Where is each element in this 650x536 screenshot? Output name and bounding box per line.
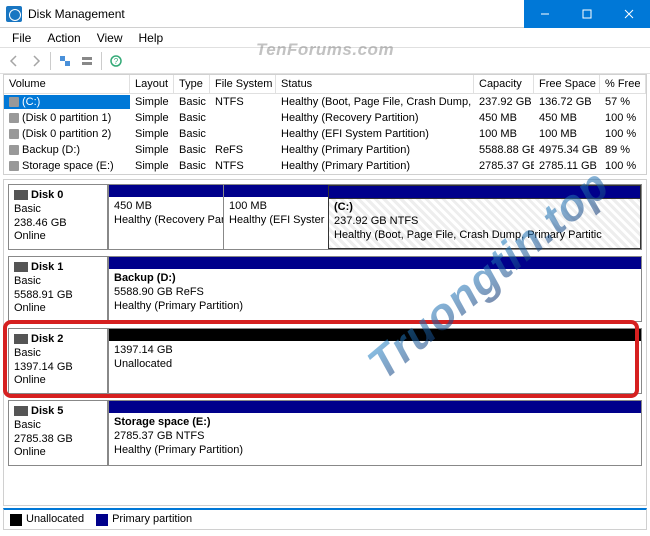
window-title: Disk Management bbox=[28, 7, 524, 21]
maximize-button[interactable] bbox=[566, 0, 608, 28]
volume-row[interactable]: (C:)SimpleBasicNTFSHealthy (Boot, Page F… bbox=[4, 94, 646, 110]
col-type[interactable]: Type bbox=[174, 75, 210, 93]
forward-button bbox=[26, 51, 46, 71]
toolbar: ? bbox=[0, 48, 650, 74]
volume-list-header: Volume Layout Type File System Status Ca… bbox=[4, 75, 646, 94]
col-pct[interactable]: % Free bbox=[600, 75, 646, 93]
menu-view[interactable]: View bbox=[89, 29, 131, 47]
separator bbox=[50, 52, 51, 70]
disk-row: Disk 1Basic5588.91 GBOnlineBackup (D:)55… bbox=[8, 256, 642, 322]
disk-row: Disk 5Basic2785.38 GBOnlineStorage space… bbox=[8, 400, 642, 466]
legend-primary: Primary partition bbox=[96, 513, 192, 525]
close-button[interactable] bbox=[608, 0, 650, 28]
col-fs[interactable]: File System bbox=[210, 75, 276, 93]
legend-unallocated: Unallocated bbox=[10, 513, 84, 525]
disk-info[interactable]: Disk 5Basic2785.38 GBOnline bbox=[8, 400, 108, 466]
disk-row: Disk 0Basic238.46 GBOnline450 MBHealthy … bbox=[8, 184, 642, 250]
menu-help[interactable]: Help bbox=[131, 29, 172, 47]
menubar: File Action View Help bbox=[0, 28, 650, 48]
disk-info[interactable]: Disk 0Basic238.46 GBOnline bbox=[8, 184, 108, 250]
volume-row[interactable]: Storage space (E:)SimpleBasicNTFSHealthy… bbox=[4, 158, 646, 174]
col-free[interactable]: Free Space bbox=[534, 75, 600, 93]
partition[interactable]: 1397.14 GBUnallocated bbox=[108, 329, 641, 393]
disk-info[interactable]: Disk 2Basic1397.14 GBOnline bbox=[8, 328, 108, 394]
disk-graphical-view: Disk 0Basic238.46 GBOnline450 MBHealthy … bbox=[3, 179, 647, 506]
disk-info[interactable]: Disk 1Basic5588.91 GBOnline bbox=[8, 256, 108, 322]
svg-text:?: ? bbox=[114, 57, 119, 66]
volume-row[interactable]: Backup (D:)SimpleBasicReFSHealthy (Prima… bbox=[4, 142, 646, 158]
help-button[interactable]: ? bbox=[106, 51, 126, 71]
partition[interactable]: (C:)237.92 GB NTFSHealthy (Boot, Page Fi… bbox=[328, 185, 641, 249]
col-status[interactable]: Status bbox=[276, 75, 474, 93]
titlebar: Disk Management bbox=[0, 0, 650, 28]
app-icon bbox=[6, 6, 22, 22]
refresh-button[interactable] bbox=[55, 51, 75, 71]
legend: Unallocated Primary partition bbox=[3, 508, 647, 530]
partition[interactable]: Storage space (E:)2785.37 GB NTFSHealthy… bbox=[108, 401, 641, 465]
volume-row[interactable]: (Disk 0 partition 1)SimpleBasicHealthy (… bbox=[4, 110, 646, 126]
col-volume[interactable]: Volume bbox=[4, 75, 130, 93]
menu-action[interactable]: Action bbox=[39, 29, 88, 47]
partition[interactable]: 100 MBHealthy (EFI Syster bbox=[223, 185, 328, 249]
partition[interactable]: 450 MBHealthy (Recovery Partiti bbox=[108, 185, 223, 249]
minimize-button[interactable] bbox=[524, 0, 566, 28]
partition[interactable]: Backup (D:)5588.90 GB ReFSHealthy (Prima… bbox=[108, 257, 641, 321]
volume-row[interactable]: (Disk 0 partition 2)SimpleBasicHealthy (… bbox=[4, 126, 646, 142]
col-capacity[interactable]: Capacity bbox=[474, 75, 534, 93]
back-button bbox=[4, 51, 24, 71]
menu-file[interactable]: File bbox=[4, 29, 39, 47]
separator bbox=[101, 52, 102, 70]
volume-list: Volume Layout Type File System Status Ca… bbox=[3, 74, 647, 175]
col-layout[interactable]: Layout bbox=[130, 75, 174, 93]
properties-button[interactable] bbox=[77, 51, 97, 71]
disk-row: Disk 2Basic1397.14 GBOnline1397.14 GBUna… bbox=[8, 328, 642, 394]
